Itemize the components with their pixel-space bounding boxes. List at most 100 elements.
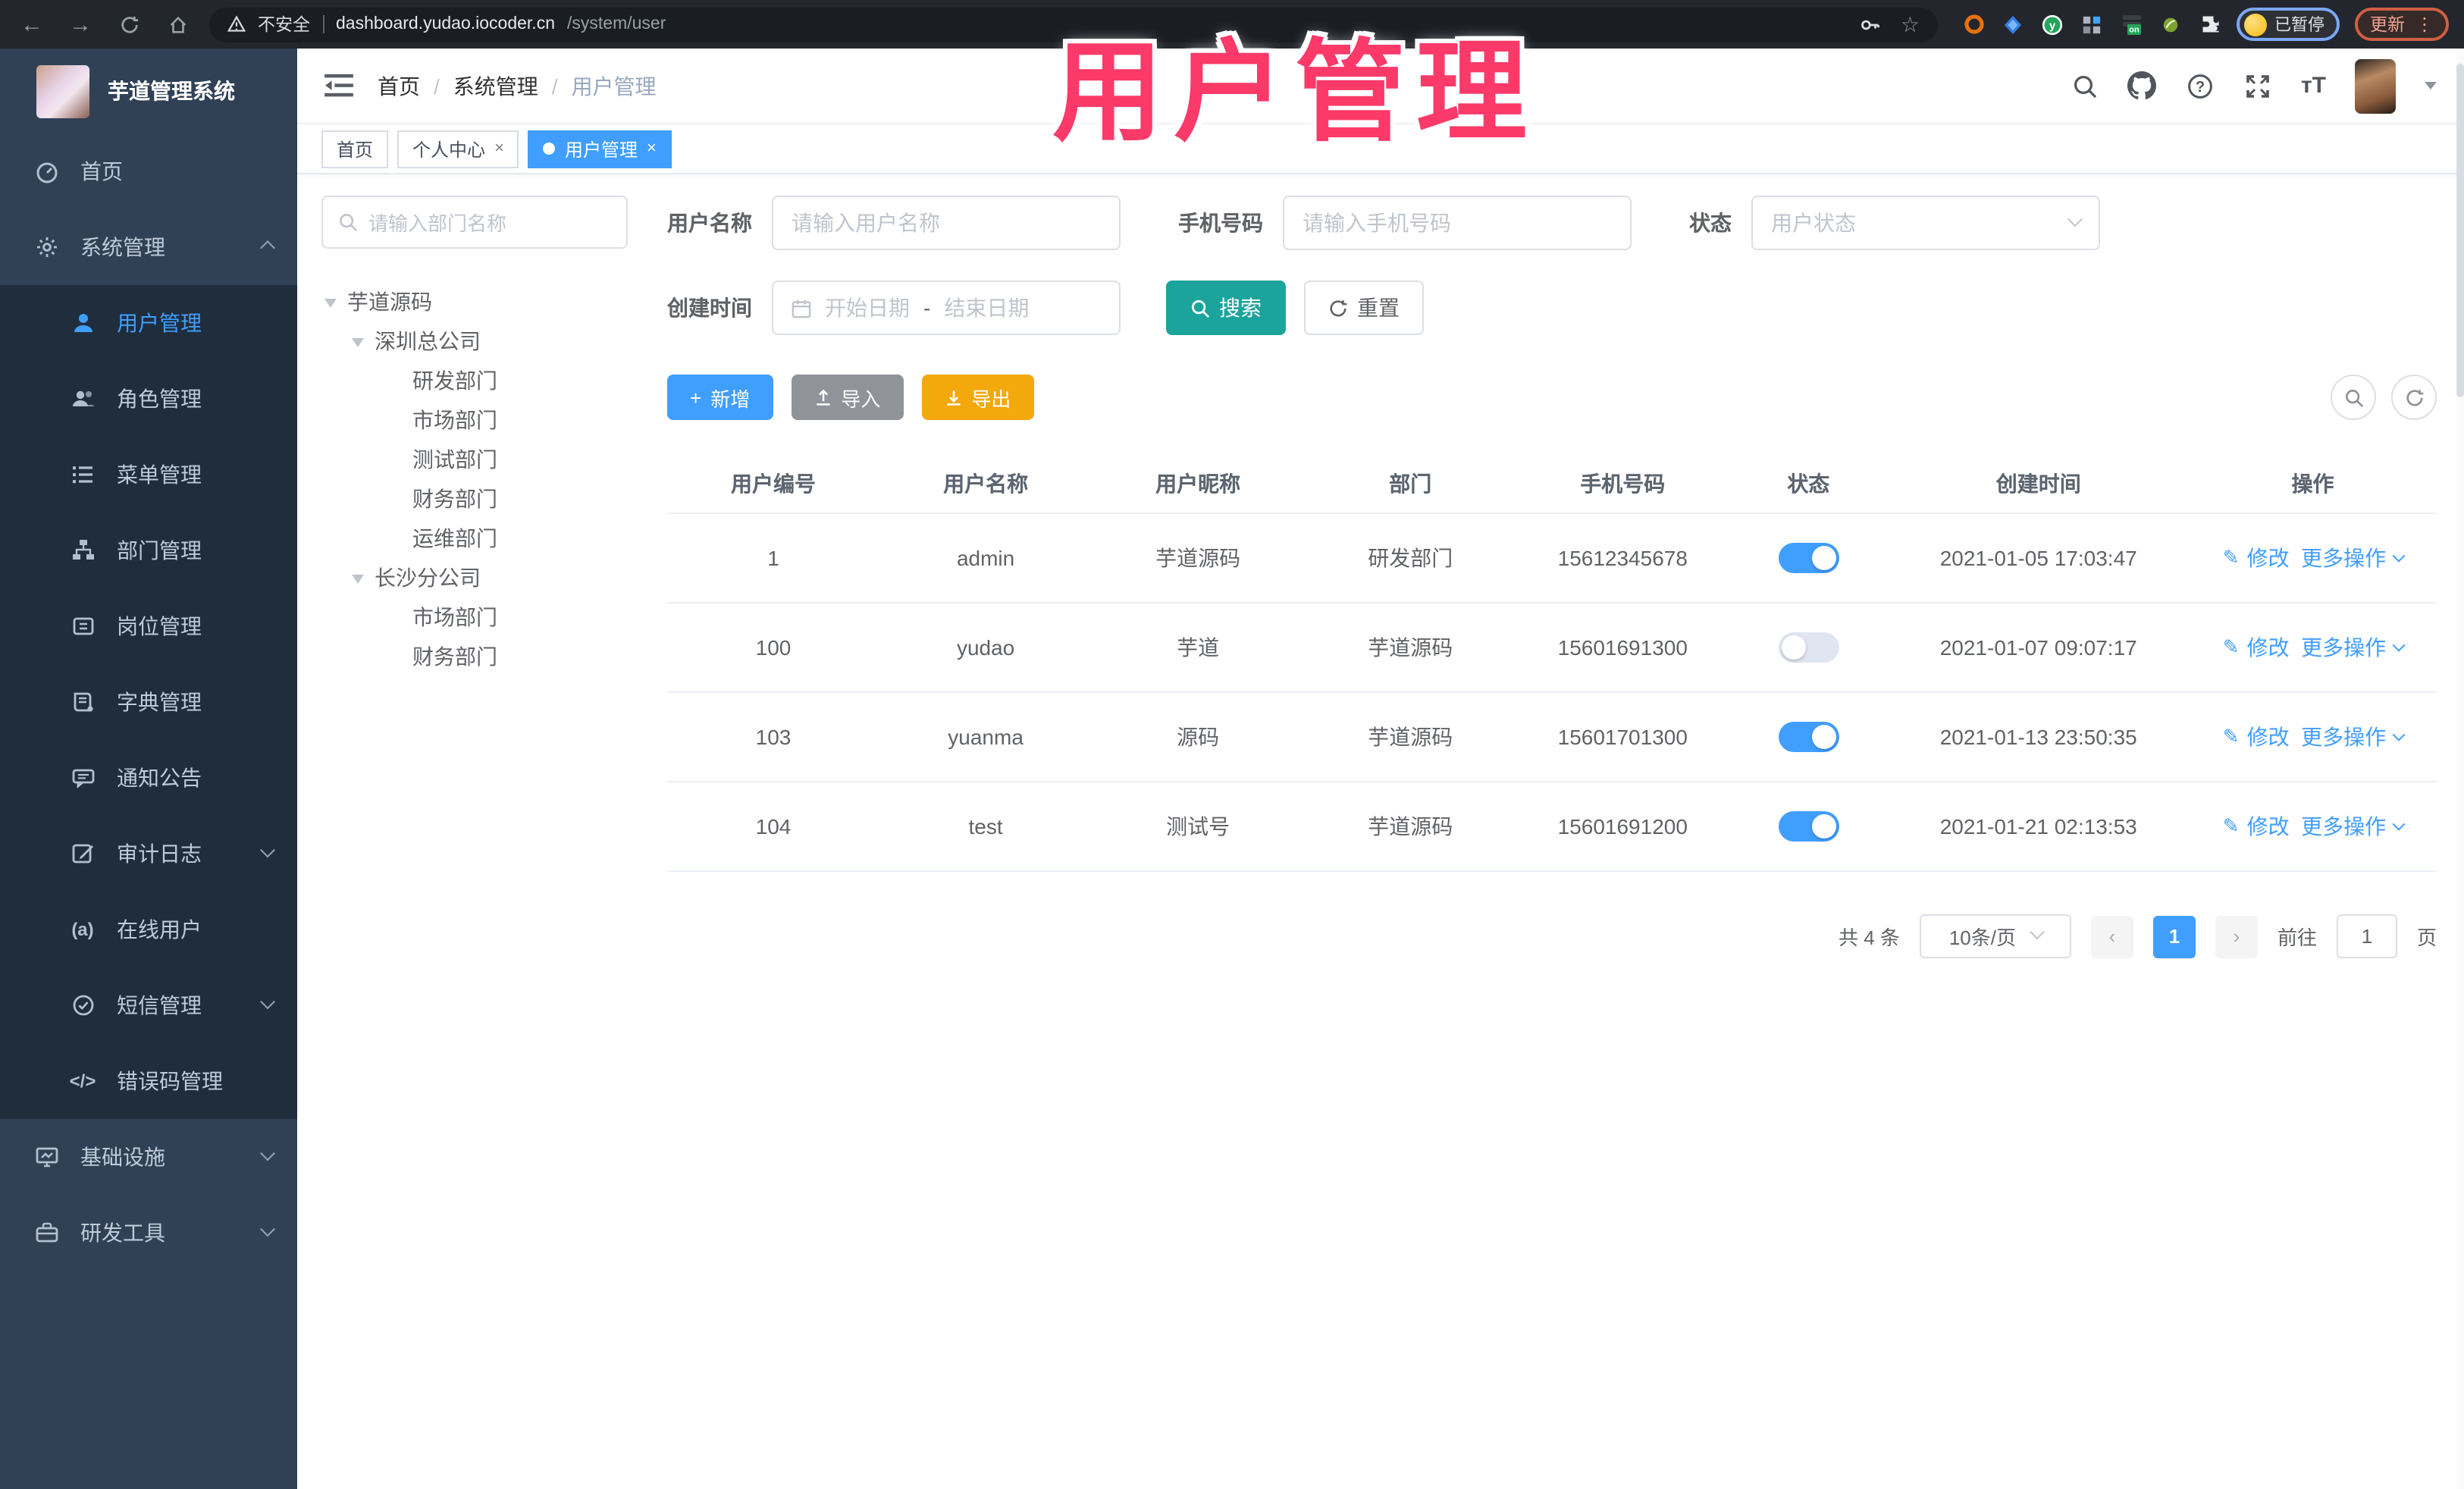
help-icon[interactable]: ? <box>2186 71 2215 100</box>
table-header-row: 用户编号 用户名称 用户昵称 部门 手机号码 状态 创建时间 操作 <box>667 453 2437 514</box>
status-toggle[interactable] <box>1778 632 1839 663</box>
tree-node[interactable]: 长沙分公司 <box>321 558 628 597</box>
page-size-select[interactable]: 10条/页 <box>1919 914 2071 958</box>
browser-back-icon[interactable]: ← <box>15 8 49 41</box>
expand-arrow-icon[interactable] <box>324 298 337 313</box>
browser-update-button[interactable]: 更新 ⋮ <box>2355 8 2449 41</box>
status-toggle[interactable] <box>1778 811 1839 842</box>
sidebar-item-role-mgmt[interactable]: 角色管理 <box>0 361 297 437</box>
tree-node[interactable]: 芋道源码 <box>321 282 628 321</box>
key-icon[interactable] <box>1860 13 1882 36</box>
tree-node[interactable]: 研发部门 <box>321 361 628 400</box>
mobile-input[interactable] <box>1283 196 1632 250</box>
dept-search-input[interactable]: 请输入部门名称 <box>321 196 628 249</box>
status-toggle[interactable] <box>1778 722 1839 752</box>
more-actions-link[interactable]: 更多操作 <box>2301 543 2405 573</box>
extension-green-circle-icon[interactable]: y <box>2041 13 2064 36</box>
sidebar-item-dev-tools[interactable]: 研发工具 <box>0 1195 297 1271</box>
sidebar-item-online-users[interactable]: (a) 在线用户 <box>0 892 297 967</box>
prev-page-button[interactable]: ‹ <box>2090 915 2133 958</box>
sidebar-collapse-icon[interactable] <box>324 73 353 99</box>
tab-home[interactable]: 首页 <box>321 130 389 168</box>
sidebar-item-sms-mgmt[interactable]: 短信管理 <box>0 967 297 1043</box>
reset-button[interactable]: 重置 <box>1304 281 1424 335</box>
sidebar-item-system[interactable]: 系统管理 <box>0 209 297 285</box>
page-scrollbar[interactable] <box>2456 49 2464 1489</box>
header-search-icon[interactable] <box>2071 71 2099 100</box>
tree-node[interactable]: 财务部门 <box>321 479 628 519</box>
fullscreen-icon[interactable] <box>2243 71 2272 100</box>
edit-link[interactable]: ✎ 修改 <box>2223 632 2290 663</box>
date-range-picker[interactable]: 开始日期 - 结束日期 <box>772 281 1121 335</box>
breadcrumb-system[interactable]: 系统管理 <box>453 71 538 101</box>
extension-orange-icon[interactable] <box>1962 13 1985 36</box>
search-button[interactable]: 搜索 <box>1166 281 1286 335</box>
table-search-button[interactable] <box>2331 375 2376 420</box>
browser-reload-icon[interactable] <box>112 8 146 41</box>
annotation-overlay-title: 用户管理 <box>1052 32 1538 155</box>
tree-node[interactable]: 市场部门 <box>321 400 628 440</box>
status-select[interactable]: 用户状态 <box>1751 196 2100 250</box>
sidebar-item-dict-mgmt[interactable]: 字典管理 <box>0 664 297 740</box>
tree-node[interactable]: 财务部门 <box>321 637 628 676</box>
tab-profile[interactable]: 个人中心 × <box>397 130 519 168</box>
username-input-field[interactable] <box>792 211 1101 235</box>
breadcrumb-home[interactable]: 首页 <box>378 71 420 101</box>
url-path[interactable]: /system/user <box>567 15 666 33</box>
sidebar-logo[interactable]: 芋道管理系统 <box>0 49 297 133</box>
browser-profile-chip[interactable]: 已暂停 <box>2237 8 2340 41</box>
tree-node[interactable]: 市场部门 <box>321 597 628 637</box>
edit-link[interactable]: ✎ 修改 <box>2223 543 2290 573</box>
sidebar-item-home[interactable]: 首页 <box>0 133 297 209</box>
sidebar-item-infra[interactable]: 基础设施 <box>0 1119 297 1195</box>
sidebar-item-audit-log[interactable]: 审计日志 <box>0 816 297 892</box>
extension-leaf-icon[interactable] <box>2159 13 2182 36</box>
scrollbar-thumb[interactable] <box>2456 64 2464 397</box>
refresh-icon <box>1330 299 1347 316</box>
breadcrumb-current: 用户管理 <box>571 74 657 98</box>
sidebar-item-notice[interactable]: 通知公告 <box>0 740 297 816</box>
security-label[interactable]: 不安全 <box>258 12 310 36</box>
expand-arrow-icon[interactable] <box>352 574 364 589</box>
goto-page-input[interactable] <box>2336 914 2397 958</box>
bookmark-star-icon[interactable]: ☆ <box>1901 11 1920 37</box>
sidebar-item-menu-mgmt[interactable]: 菜单管理 <box>0 437 297 513</box>
sidebar-item-error-code[interactable]: </> 错误码管理 <box>0 1043 297 1119</box>
extensions-puzzle-icon[interactable] <box>2199 13 2221 36</box>
tree-node[interactable]: 测试部门 <box>321 440 628 479</box>
page-1-button[interactable]: 1 <box>2152 915 2196 958</box>
edit-link[interactable]: ✎ 修改 <box>2223 811 2290 842</box>
more-actions-link[interactable]: 更多操作 <box>2301 722 2405 752</box>
mobile-input-field[interactable] <box>1303 211 1612 235</box>
browser-home-icon[interactable] <box>161 8 194 41</box>
extension-gem-icon[interactable] <box>2002 13 2024 36</box>
close-icon[interactable]: × <box>494 139 504 158</box>
github-icon[interactable] <box>2127 71 2157 100</box>
extension-grid-icon[interactable] <box>2080 13 2103 36</box>
expand-arrow-icon[interactable] <box>352 337 364 353</box>
font-size-icon[interactable]: ᴛT <box>2301 73 2326 99</box>
status-toggle[interactable] <box>1778 543 1839 573</box>
close-icon[interactable]: × <box>647 139 657 158</box>
browser-menu-kebab-icon[interactable]: ⋮ <box>2415 14 2434 35</box>
tree-node[interactable]: 深圳总公司 <box>321 321 628 361</box>
username-input[interactable] <box>772 196 1121 250</box>
sidebar-item-user-mgmt[interactable]: 用户管理 <box>0 285 297 361</box>
edit-link[interactable]: ✎ 修改 <box>2223 722 2290 752</box>
sidebar-item-post-mgmt[interactable]: 岗位管理 <box>0 588 297 664</box>
tab-user-mgmt[interactable]: 用户管理 × <box>528 130 672 168</box>
next-page-button[interactable]: › <box>2215 915 2258 958</box>
more-actions-link[interactable]: 更多操作 <box>2301 811 2405 842</box>
add-button[interactable]: + 新增 <box>667 375 773 420</box>
sidebar-item-dept-mgmt[interactable]: 部门管理 <box>0 513 297 588</box>
user-avatar[interactable] <box>2355 58 2396 113</box>
avatar-caret-down-icon[interactable] <box>2425 82 2437 96</box>
table-refresh-button[interactable] <box>2391 375 2437 420</box>
url-host[interactable]: dashboard.yudao.iocoder.cn <box>336 15 555 33</box>
tree-node[interactable]: 运维部门 <box>321 519 628 558</box>
import-button[interactable]: 导入 <box>791 375 904 420</box>
more-actions-link[interactable]: 更多操作 <box>2301 632 2405 663</box>
export-button[interactable]: 导出 <box>921 375 1034 420</box>
browser-forward-icon[interactable]: → <box>64 8 97 41</box>
extension-switch-on-icon[interactable]: on <box>2120 13 2143 36</box>
